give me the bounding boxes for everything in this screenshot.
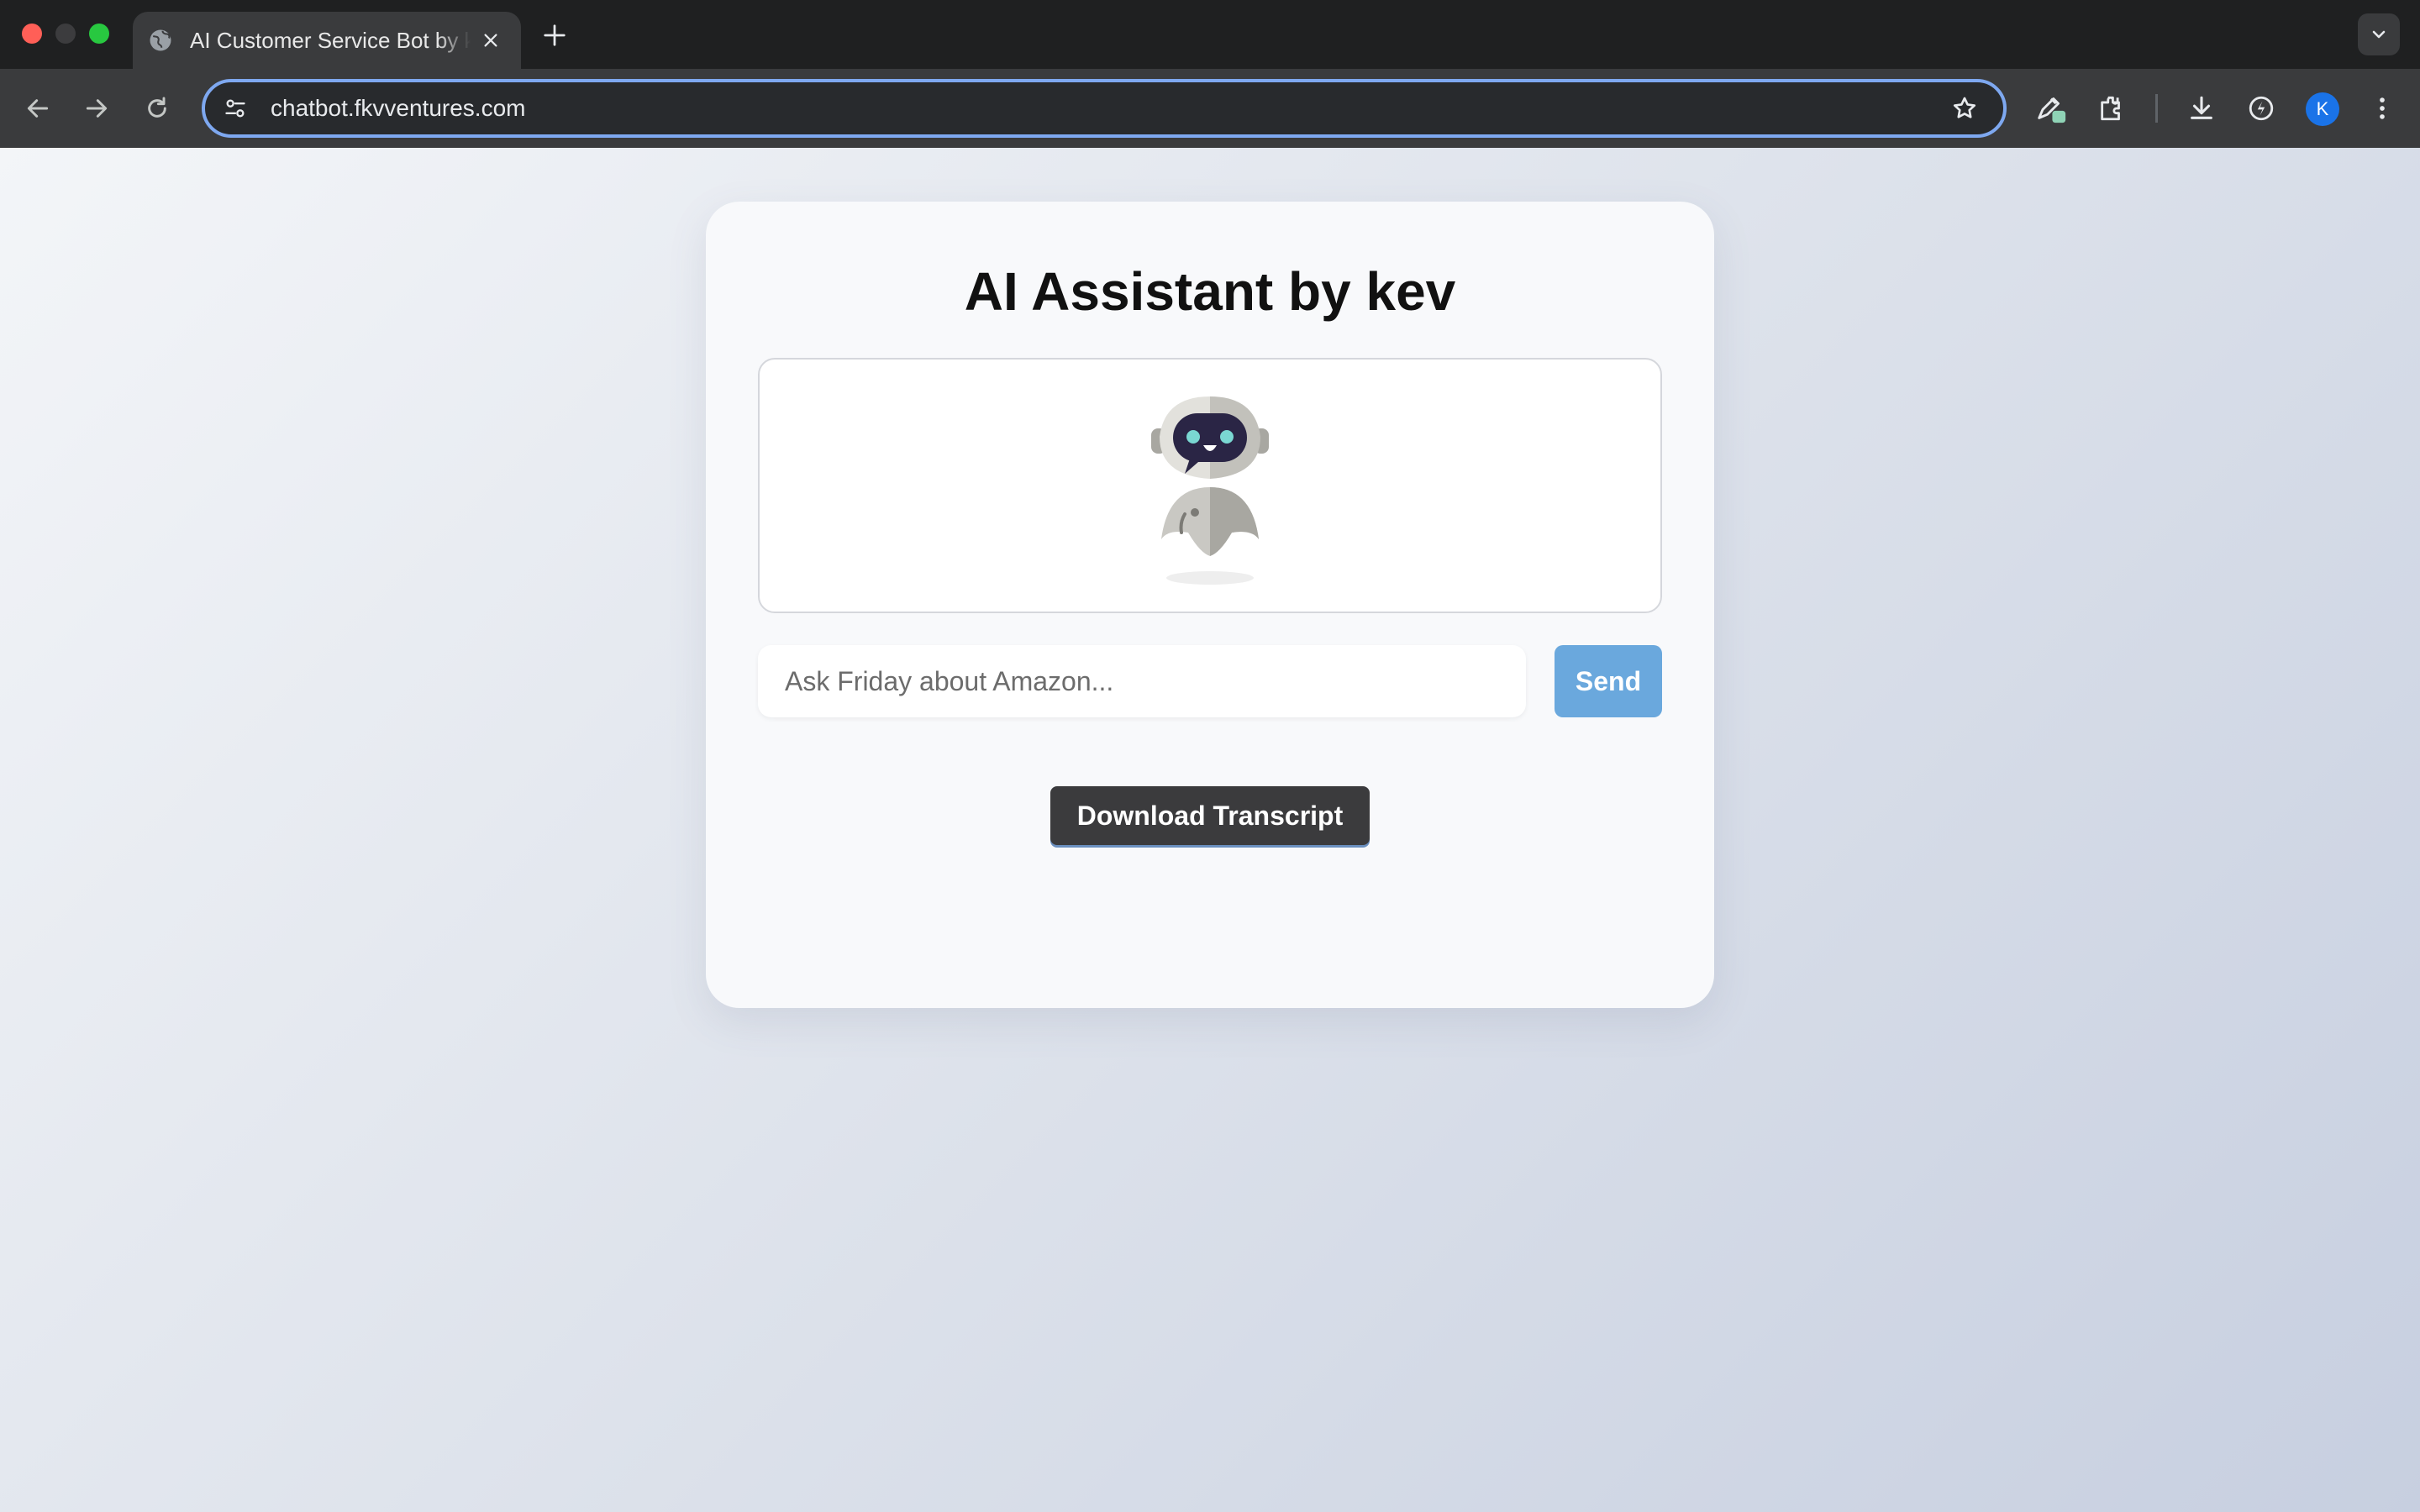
- toolbar-divider: [2155, 94, 2158, 123]
- tab-title: AI Customer Service Bot by kev: [190, 27, 471, 53]
- more-icon[interactable]: [2363, 89, 2402, 128]
- window-minimize-button[interactable]: [55, 24, 76, 44]
- browser-toolbar: chatbot.fkvventures.com: [0, 69, 2420, 148]
- page-background: AI Assistant by kev Ask Friday about Ama…: [0, 148, 2420, 1512]
- download-icon[interactable]: [2182, 89, 2221, 128]
- download-transcript-button[interactable]: Download Transcript: [1050, 786, 1370, 845]
- new-tab-button[interactable]: [538, 18, 571, 52]
- address-url: chatbot.fkvventures.com: [271, 95, 526, 121]
- send-button[interactable]: Send: [1555, 645, 1662, 717]
- forward-icon: [86, 99, 108, 118]
- tab-strip: AI Customer Service Bot by kev: [0, 0, 2420, 69]
- back-icon: [27, 99, 49, 118]
- reload-icon: [148, 97, 166, 118]
- address-bar[interactable]: chatbot.fkvventures.com: [202, 79, 2007, 138]
- profile-avatar[interactable]: K: [2306, 92, 2339, 126]
- tab-search-button[interactable]: [2358, 13, 2400, 55]
- star-icon[interactable]: [1948, 92, 1981, 125]
- plus-icon: [544, 24, 566, 46]
- pen-extension-icon[interactable]: [2032, 89, 2070, 128]
- browser-tab-active[interactable]: AI Customer Service Bot by kev: [133, 12, 521, 69]
- chat-window: [758, 358, 1662, 613]
- window-close-button[interactable]: [22, 24, 42, 44]
- back-button[interactable]: [18, 89, 57, 128]
- window-zoom-button[interactable]: [89, 24, 109, 44]
- reload-button[interactable]: [138, 89, 176, 128]
- close-icon[interactable]: [477, 27, 504, 54]
- robot-icon: [1151, 396, 1269, 585]
- performance-icon[interactable]: [2242, 89, 2281, 128]
- page-title: AI Assistant by kev: [964, 261, 1456, 322]
- message-input[interactable]: [758, 645, 1526, 717]
- site-info-icon[interactable]: [220, 93, 250, 123]
- extensions-icon[interactable]: [2092, 89, 2131, 128]
- forward-button[interactable]: [77, 89, 116, 128]
- chat-card: AI Assistant by kev Ask Friday about Ama…: [706, 202, 1714, 1008]
- chevron-down-icon: [2372, 30, 2386, 39]
- globe-icon: [148, 28, 173, 53]
